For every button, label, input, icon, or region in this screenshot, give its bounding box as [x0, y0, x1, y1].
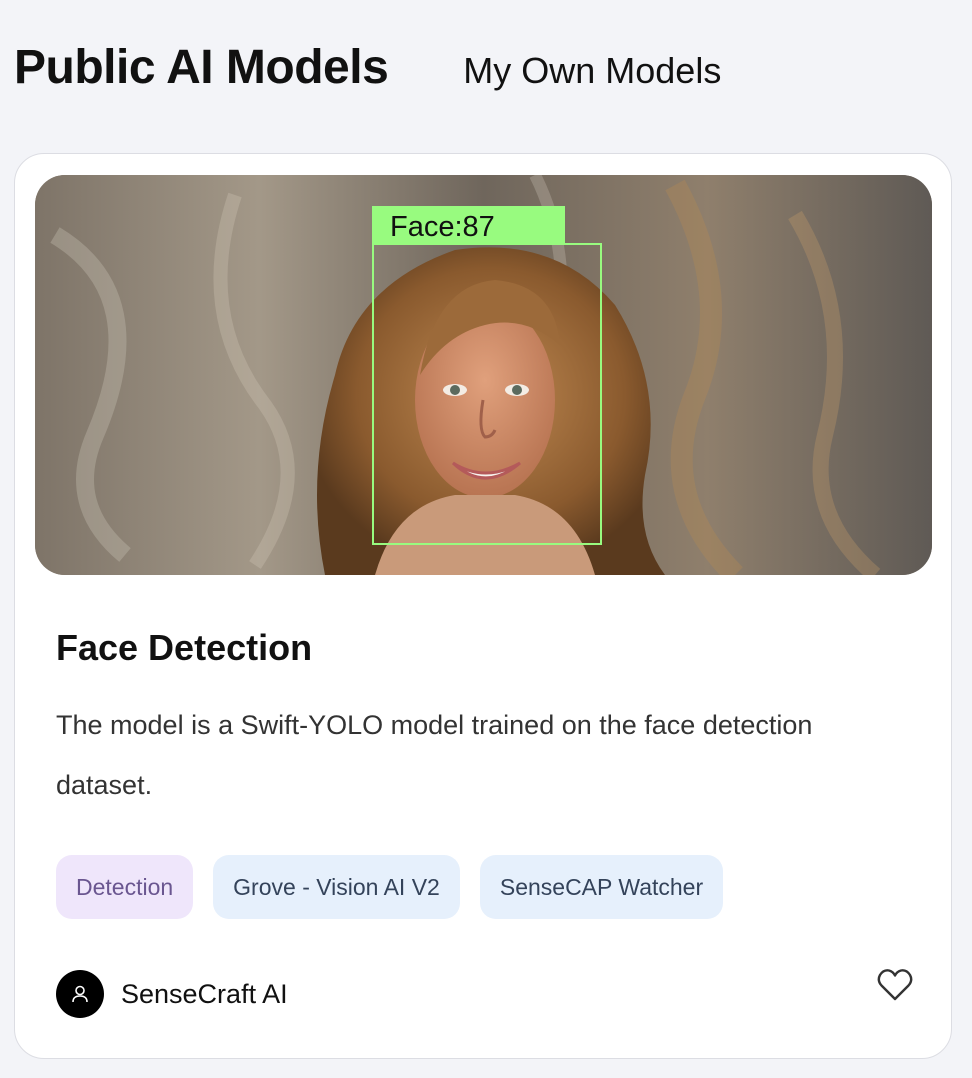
- model-tabs: Public AI Models My Own Models: [14, 40, 721, 95]
- model-card[interactable]: Face:87 Face Detection The model is a Sw…: [14, 153, 952, 1059]
- avatar: [56, 970, 104, 1018]
- model-title[interactable]: Face Detection: [56, 627, 312, 669]
- heart-icon[interactable]: [877, 968, 913, 1002]
- user-icon: [72, 985, 88, 1003]
- model-preview-image: Face:87: [35, 175, 932, 575]
- author-name: SenseCraft AI: [121, 978, 288, 1009]
- tag-sensecap-watcher[interactable]: SenseCAP Watcher: [479, 855, 724, 919]
- face-bounding-box: [372, 243, 602, 545]
- tab-my-own-models[interactable]: My Own Models: [463, 50, 721, 92]
- detection-label: Face:87: [372, 206, 565, 245]
- author[interactable]: SenseCraft AI: [56, 970, 288, 1018]
- model-description: The model is a Swift-YOLO model trained …: [56, 710, 813, 800]
- tag-grove-vision-ai-v2[interactable]: Grove - Vision AI V2: [213, 855, 460, 919]
- tab-public-ai-models[interactable]: Public AI Models: [14, 40, 389, 95]
- tag-detection[interactable]: Detection: [56, 855, 194, 919]
- tag-list: Detection Grove - Vision AI V2 SenseCAP …: [56, 855, 724, 919]
